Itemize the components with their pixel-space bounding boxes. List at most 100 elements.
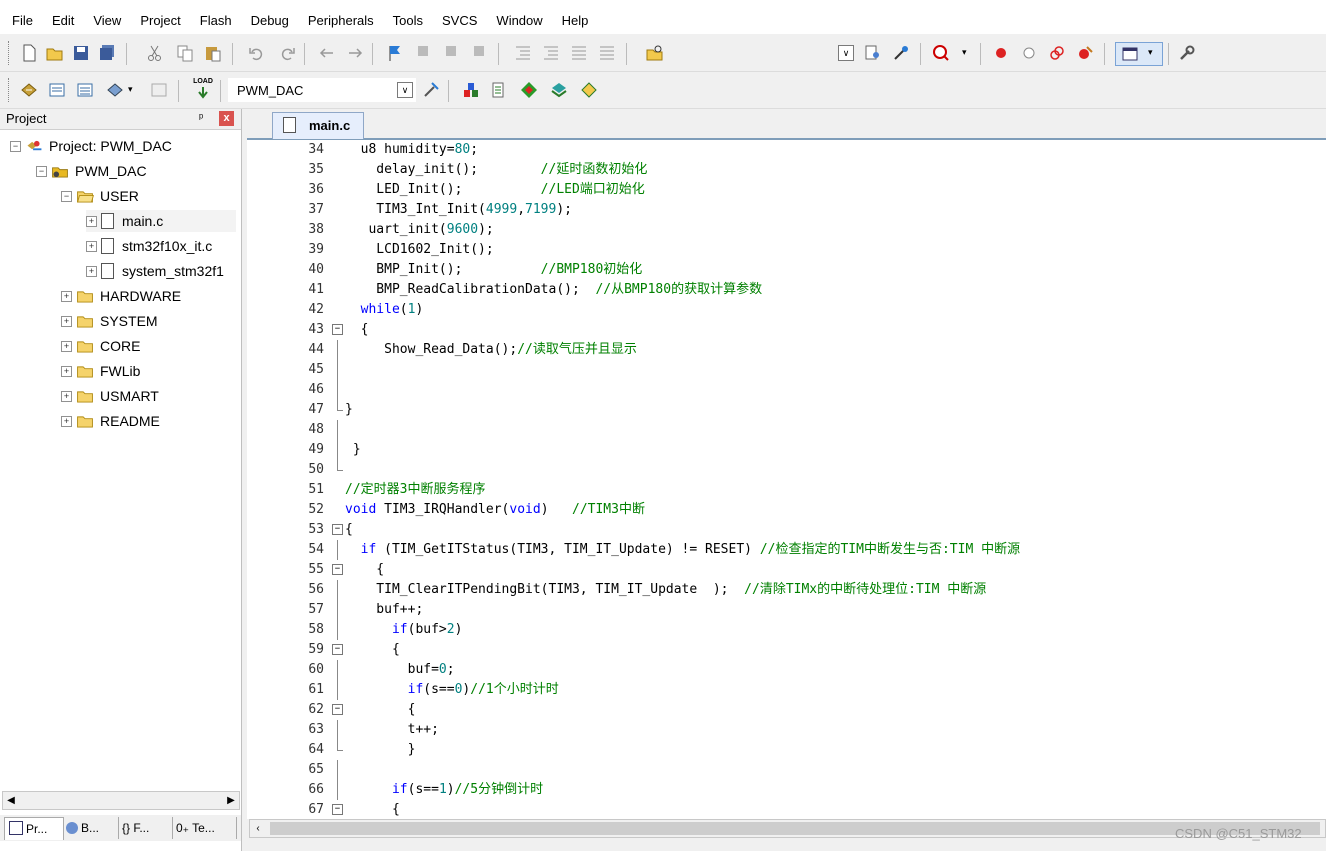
close-icon[interactable]: x: [219, 111, 234, 126]
prev-bookmark-icon[interactable]: [414, 44, 432, 62]
tree-item[interactable]: + SYSTEM: [61, 310, 158, 332]
menu-file[interactable]: File: [0, 8, 42, 34]
project-panel-tab[interactable]: B...: [62, 817, 119, 839]
tree-item[interactable]: − Project: PWM_DAC: [10, 135, 172, 157]
collapse-icon[interactable]: −: [36, 165, 47, 177]
fold-collapse-icon[interactable]: −: [331, 640, 343, 660]
batch-build-dropdown[interactable]: ▾: [128, 84, 133, 95]
pack-installer-icon[interactable]: [550, 81, 568, 99]
scroll-left-icon[interactable]: ‹: [250, 820, 266, 837]
code-line[interactable]: 65: [247, 760, 1326, 780]
start-debug-icon[interactable]: [932, 44, 950, 62]
menu-peripherals[interactable]: Peripherals: [298, 8, 383, 34]
stop-build-icon[interactable]: [150, 81, 168, 99]
code-line[interactable]: 38 uart_init(9600);: [247, 220, 1326, 240]
code-line[interactable]: 46: [247, 380, 1326, 400]
expand-icon[interactable]: +: [86, 265, 97, 277]
code-line[interactable]: 41 BMP_ReadCalibrationData(); //从BMP180的…: [247, 280, 1326, 300]
tree-item[interactable]: + CORE: [61, 335, 140, 357]
menu-view[interactable]: View: [83, 8, 130, 34]
tree-item[interactable]: + HARDWARE: [61, 285, 181, 307]
project-panel-tab[interactable]: {} F...: [118, 817, 173, 839]
select-packs-icon[interactable]: [490, 81, 508, 99]
code-line[interactable]: 57 buf++;: [247, 600, 1326, 620]
tree-item[interactable]: + USMART: [61, 385, 159, 407]
build-icon[interactable]: [48, 81, 66, 99]
batch-build-icon[interactable]: [106, 81, 124, 99]
code-line[interactable]: 37 TIM3_Int_Init(4999,7199);: [247, 200, 1326, 220]
open-folder-icon[interactable]: [46, 44, 64, 62]
code-line[interactable]: 50: [247, 460, 1326, 480]
target-dropdown-arrow[interactable]: ∨: [397, 82, 413, 98]
code-line[interactable]: 39 LCD1602_Init();: [247, 240, 1326, 260]
fold-collapse-icon[interactable]: −: [331, 520, 343, 540]
rebuild-icon[interactable]: [76, 81, 94, 99]
code-line[interactable]: 63 t++;: [247, 720, 1326, 740]
next-bookmark-icon[interactable]: [442, 44, 460, 62]
code-line[interactable]: 59− {: [247, 640, 1326, 660]
toolbar-grip[interactable]: [8, 41, 12, 65]
code-line[interactable]: 62− {: [247, 700, 1326, 720]
code-line[interactable]: 45: [247, 360, 1326, 380]
navigate-forward-icon[interactable]: [346, 44, 364, 62]
code-line[interactable]: 49 }: [247, 440, 1326, 460]
tree-item[interactable]: + main.c: [86, 210, 236, 232]
cut-icon[interactable]: [146, 44, 164, 62]
code-line[interactable]: 34 u8 humidity=80;: [247, 140, 1326, 160]
code-line[interactable]: 55− {: [247, 560, 1326, 580]
translate-icon[interactable]: [20, 81, 38, 99]
expand-icon[interactable]: +: [61, 415, 72, 427]
enable-breakpoint-icon[interactable]: [1020, 44, 1038, 62]
manage-project-items-icon[interactable]: [462, 81, 480, 99]
collapse-icon[interactable]: −: [61, 190, 72, 202]
code-line[interactable]: 52 void TIM3_IRQHandler(void) //TIM3中断: [247, 500, 1326, 520]
scroll-right-icon[interactable]: ▶: [223, 792, 239, 809]
find-in-files-icon[interactable]: [646, 44, 664, 62]
code-line[interactable]: 35 delay_init(); //延时函数初始化: [247, 160, 1326, 180]
menu-edit[interactable]: Edit: [42, 8, 83, 34]
expand-icon[interactable]: +: [86, 215, 97, 227]
copy-icon[interactable]: [176, 44, 194, 62]
uncomment-icon[interactable]: [598, 44, 616, 62]
scroll-thumb[interactable]: [270, 822, 1320, 835]
menu-project[interactable]: Project: [130, 8, 189, 34]
code-line[interactable]: 61 if(s==0)//1个小时计时: [247, 680, 1326, 700]
debug-dropdown-arrow[interactable]: ▾: [962, 47, 967, 58]
code-line[interactable]: 51 //定时器3中断服务程序: [247, 480, 1326, 500]
menu-tools[interactable]: Tools: [383, 8, 432, 34]
navigate-back-icon[interactable]: [318, 44, 336, 62]
options-for-target-icon[interactable]: [422, 81, 440, 99]
target-select[interactable]: PWM_DAC ∨: [228, 78, 416, 102]
code-line[interactable]: 67− {: [247, 800, 1326, 819]
project-panel-tab[interactable]: 0₊ Te...: [172, 817, 237, 839]
bookmark-icon[interactable]: [386, 44, 404, 62]
pack-installer-alt-icon[interactable]: [580, 81, 598, 99]
tree-item[interactable]: + FWLib: [61, 360, 140, 382]
unindent-icon[interactable]: [542, 44, 560, 62]
save-all-icon[interactable]: [98, 44, 116, 62]
code-line[interactable]: 42 while(1): [247, 300, 1326, 320]
code-line[interactable]: 47}: [247, 400, 1326, 420]
redo-icon[interactable]: [278, 44, 296, 62]
menu-flash[interactable]: Flash: [190, 8, 241, 34]
fold-collapse-icon[interactable]: −: [331, 700, 343, 720]
code-line[interactable]: 53−{: [247, 520, 1326, 540]
fold-collapse-icon[interactable]: −: [331, 800, 343, 819]
find-combo-dropdown[interactable]: ∨: [838, 45, 854, 61]
debug-session-icon[interactable]: [892, 44, 910, 62]
undo-icon[interactable]: [248, 44, 266, 62]
expand-icon[interactable]: +: [86, 240, 97, 252]
code-line[interactable]: 60 buf=0;: [247, 660, 1326, 680]
code-line[interactable]: 43− {: [247, 320, 1326, 340]
paste-icon[interactable]: [204, 44, 222, 62]
new-file-icon[interactable]: [20, 44, 38, 62]
tree-item[interactable]: + system_stm32f1: [86, 260, 224, 282]
save-icon[interactable]: [72, 44, 90, 62]
editor-horizontal-scrollbar[interactable]: ‹: [249, 819, 1326, 838]
code-line[interactable]: 48: [247, 420, 1326, 440]
expand-icon[interactable]: +: [61, 315, 72, 327]
expand-icon[interactable]: +: [61, 340, 72, 352]
tab-main-c[interactable]: main.c: [272, 112, 364, 139]
expand-icon[interactable]: +: [61, 290, 72, 302]
insert-breakpoint-icon[interactable]: [992, 44, 1010, 62]
